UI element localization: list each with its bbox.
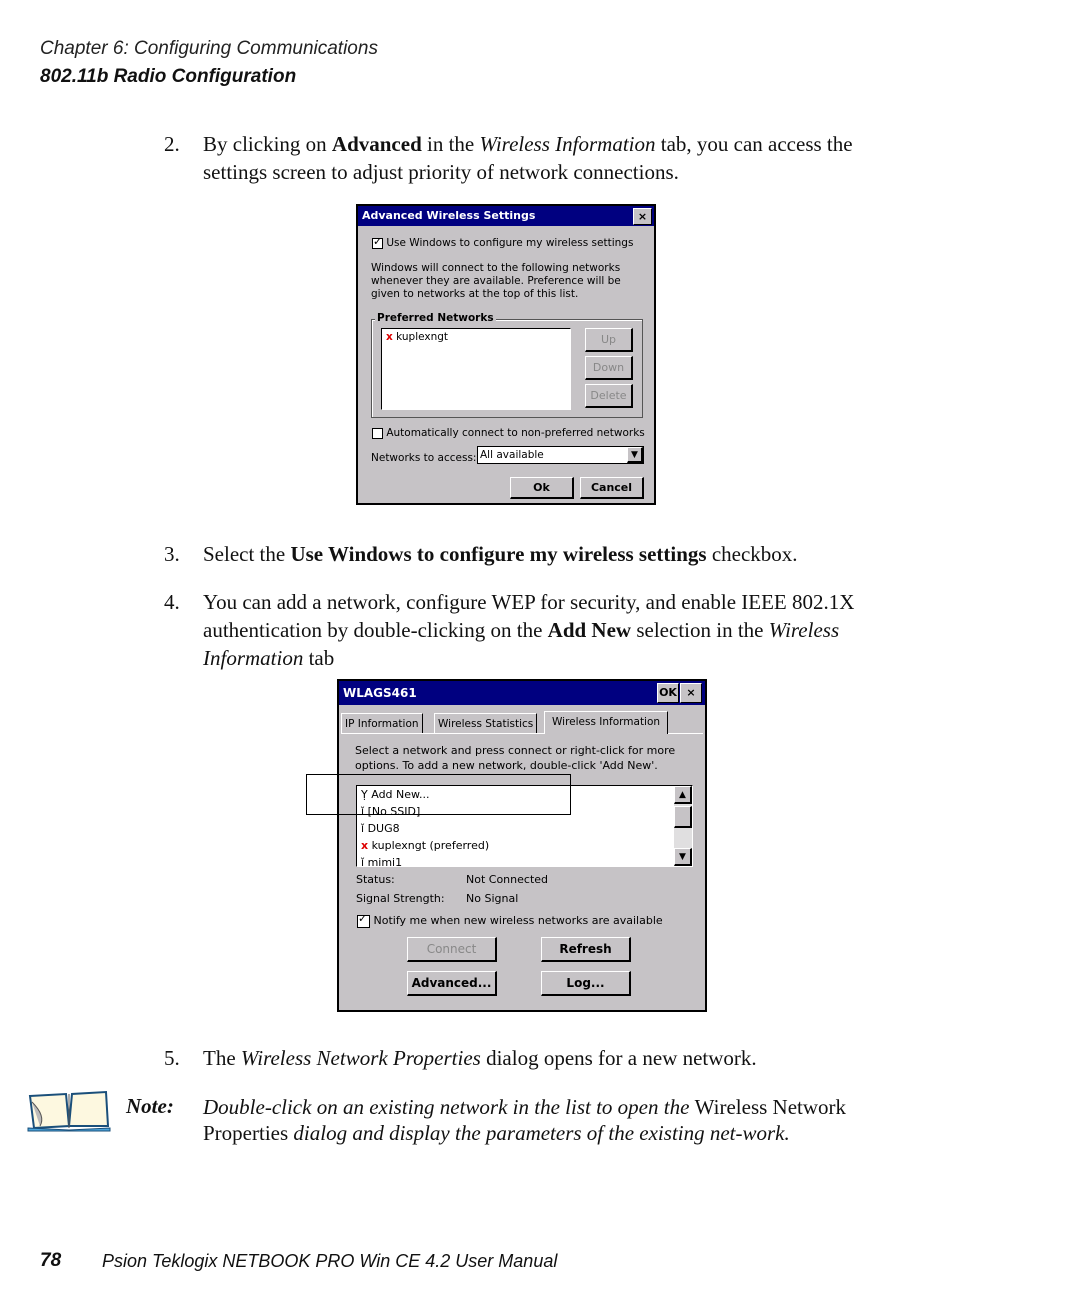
footer-title: Psion Teklogix NETBOOK PRO Win CE 4.2 Us… [102, 1251, 558, 1271]
network-preferred-icon: ⅹ [386, 331, 393, 343]
page-number: 78 [40, 1250, 62, 1271]
dialog-title: WLAGS461 [343, 686, 417, 700]
dialog-title-bar: Advanced Wireless Settings × [358, 206, 654, 226]
use-windows-label: Use Windows to configure my wireless set… [386, 237, 634, 249]
list-item[interactable]: ⅹ kuplexngt (preferred) [357, 837, 692, 854]
list-item[interactable]: ǐ mimi1 [357, 854, 692, 867]
close-button[interactable]: × [633, 208, 652, 225]
network-icon: ǐ [361, 822, 365, 835]
notify-checkbox[interactable] [357, 912, 370, 928]
status-value: Not Connected [466, 873, 549, 886]
networks-to-access-select[interactable]: All available ▼ [477, 446, 644, 464]
group-label: Preferred Networks [375, 312, 496, 324]
tab-ip-information[interactable]: IP Information [341, 713, 423, 733]
log-button[interactable]: Log... [541, 971, 631, 996]
preferred-networks-list[interactable]: ⅹ kuplexngt [381, 328, 571, 410]
use-windows-checkbox-row[interactable]: Use Windows to configure my wireless set… [372, 235, 634, 249]
section-header: 802.11b Radio Configuration [40, 66, 297, 87]
connect-button[interactable]: Connect [407, 937, 497, 962]
book-icon [26, 1088, 112, 1137]
auto-connect-label: Automatically connect to non-preferred n… [386, 427, 645, 439]
notify-row[interactable]: Notify me when new wireless networks are… [357, 912, 663, 928]
access-label: Networks to access: [371, 452, 477, 464]
cancel-button[interactable]: Cancel [580, 477, 644, 499]
dialog-title-bar: WLAGS461 OK × [339, 681, 705, 705]
scroll-up-button[interactable]: ▲ [674, 786, 692, 804]
chevron-down-icon[interactable]: ▼ [627, 447, 643, 463]
ok-button[interactable]: Ok [510, 477, 574, 499]
network-preferred-icon: ⅹ [361, 839, 369, 852]
advanced-wireless-settings-dialog: Advanced Wireless Settings × Use Windows… [356, 204, 656, 505]
tab-bar: IP Information Wireless Statistics Wirel… [341, 711, 703, 734]
tab-wireless-information[interactable]: Wireless Information [544, 711, 669, 734]
add-new-callout-box [306, 774, 571, 815]
down-button[interactable]: Down [585, 356, 633, 380]
description-text: Windows will connect to the following ne… [371, 262, 621, 300]
status-label: Status: [356, 873, 395, 886]
close-button[interactable]: × [680, 683, 702, 703]
use-windows-checkbox[interactable] [372, 235, 383, 249]
wlags461-dialog: WLAGS461 OK × IP Information Wireless St… [337, 679, 707, 1012]
network-icon: ǐ [361, 856, 365, 867]
list-item[interactable]: ⅹ kuplexngt [382, 329, 570, 346]
advanced-button[interactable]: Advanced... [407, 971, 497, 996]
scrollbar[interactable]: ▲ ▼ [674, 786, 692, 866]
up-button[interactable]: Up [585, 328, 633, 352]
preferred-networks-group: Preferred Networks ⅹ kuplexngt Up Down D… [371, 312, 643, 418]
notify-label: Notify me when new wireless networks are… [373, 914, 663, 927]
delete-button[interactable]: Delete [585, 384, 633, 408]
refresh-button[interactable]: Refresh [541, 937, 631, 962]
signal-value: No Signal [466, 892, 519, 905]
instructions-text: Select a network and press connect or ri… [355, 744, 676, 772]
auto-connect-checkbox[interactable] [372, 427, 383, 439]
scroll-down-button[interactable]: ▼ [674, 848, 692, 866]
list-item[interactable]: ǐ DUG8 [357, 820, 692, 837]
note-label: Note: [126, 1094, 174, 1118]
tab-wireless-statistics[interactable]: Wireless Statistics [434, 713, 538, 733]
signal-label: Signal Strength: [356, 892, 445, 905]
auto-connect-row[interactable]: Automatically connect to non-preferred n… [372, 427, 645, 439]
chapter-header: Chapter 6: Configuring Communications [40, 38, 378, 59]
dialog-title: Advanced Wireless Settings [362, 209, 536, 222]
ok-title-button[interactable]: OK [657, 683, 679, 703]
note-text: Double-click on an existing network in t… [203, 1095, 847, 1145]
scroll-thumb[interactable] [674, 806, 692, 828]
